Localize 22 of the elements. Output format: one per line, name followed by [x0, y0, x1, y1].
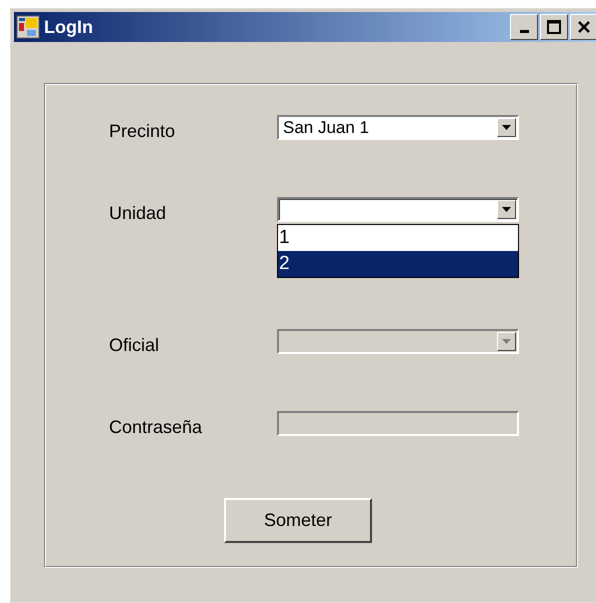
caret-down-icon [502, 207, 511, 212]
field-label: Precinto [109, 120, 176, 143]
dropdown-field[interactable] [277, 197, 519, 222]
minimize-icon [520, 30, 528, 32]
field-label: Contraseña [109, 416, 204, 439]
close-button[interactable] [570, 14, 596, 40]
caret-down-icon [502, 339, 511, 344]
dropdown-field[interactable]: San Juan 1 [277, 115, 519, 140]
close-icon [577, 20, 591, 34]
maximize-icon [547, 20, 561, 34]
maximize-button[interactable] [540, 14, 568, 40]
field-label: Oficial [109, 334, 160, 357]
dropdown-value: San Juan 1 [282, 116, 370, 139]
app-icon [16, 15, 40, 39]
submit-button[interactable]: Someter [224, 498, 372, 543]
field-label: Unidad [109, 202, 168, 225]
minimize-button[interactable] [510, 14, 538, 40]
dropdown-option[interactable]: 2 [278, 251, 518, 277]
dropdown-arrow-button[interactable] [497, 118, 516, 137]
caret-down-icon [502, 125, 511, 130]
window-title: LogIn [44, 16, 94, 39]
dropdown-arrow-button[interactable] [497, 200, 516, 219]
